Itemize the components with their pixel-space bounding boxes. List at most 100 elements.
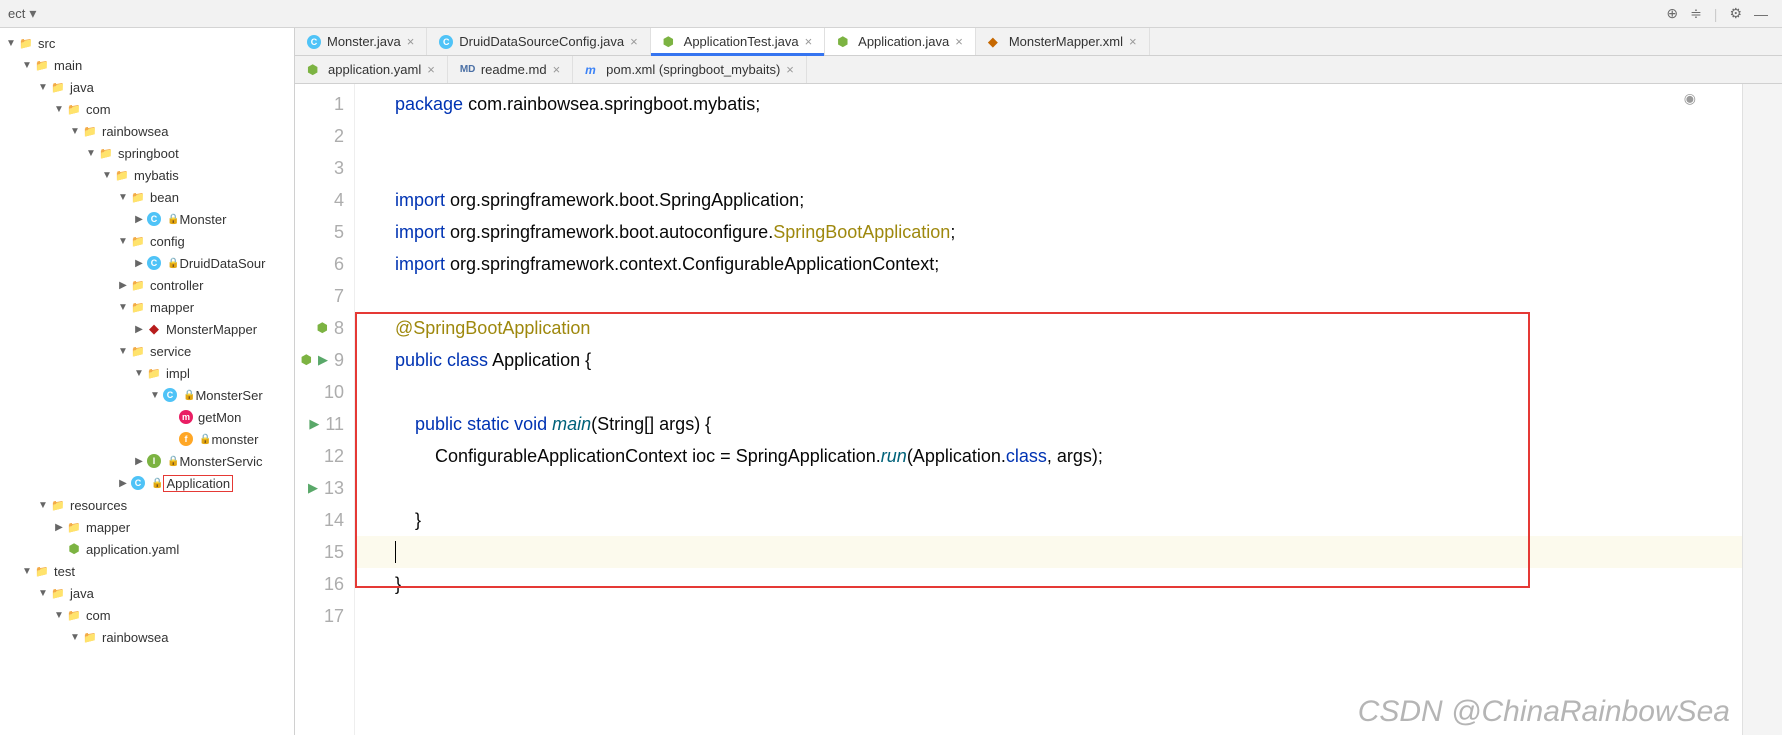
- tree-item[interactable]: ▼📁 mybatis: [0, 164, 294, 186]
- locate-icon[interactable]: ⊕: [1666, 5, 1678, 22]
- gutter-line[interactable]: 10: [295, 376, 344, 408]
- editor-area[interactable]: 1234567⬢8⬢▶910▶1112▶1314151617 ◉ package…: [295, 84, 1782, 735]
- run-icon[interactable]: ▶: [309, 416, 319, 432]
- tree-item[interactable]: ▼📁 test: [0, 560, 294, 582]
- tree-item[interactable]: ▶C🔒 DruidDataSour: [0, 252, 294, 274]
- close-icon[interactable]: ×: [786, 62, 794, 77]
- expand-arrow-icon[interactable]: ▼: [70, 126, 80, 137]
- project-tree[interactable]: ▼📁 src▼📁 main▼📁 java▼📁 com▼📁 rainbowsea▼…: [0, 28, 294, 648]
- tree-item[interactable]: m getMon: [0, 406, 294, 428]
- expand-arrow-icon[interactable]: ▼: [6, 38, 16, 49]
- expand-arrow-icon[interactable]: ▼: [118, 302, 128, 313]
- editor-tab[interactable]: ⬢ApplicationTest.java×: [651, 28, 826, 55]
- gutter-line[interactable]: 2: [295, 120, 344, 152]
- gutter-line[interactable]: 17: [295, 600, 344, 632]
- minimap-strip[interactable]: [1742, 84, 1782, 735]
- tree-item[interactable]: ▼📁 java: [0, 76, 294, 98]
- tree-item[interactable]: ▼📁 com: [0, 98, 294, 120]
- expand-arrow-icon[interactable]: ▶: [134, 214, 144, 225]
- editor-tab[interactable]: ⬢application.yaml×: [295, 56, 448, 83]
- chevron-down-icon[interactable]: ▾: [29, 5, 36, 22]
- editor-tab[interactable]: ◆MonsterMapper.xml×: [976, 28, 1150, 55]
- expand-arrow-icon[interactable]: ▶: [134, 456, 144, 467]
- gutter-line[interactable]: 15: [295, 536, 344, 568]
- gutter-line[interactable]: ▶11: [295, 408, 344, 440]
- expand-arrow-icon[interactable]: ▶: [134, 258, 144, 269]
- tree-item[interactable]: f🔒 monster: [0, 428, 294, 450]
- gutter-line[interactable]: 1: [295, 88, 344, 120]
- collapse-icon[interactable]: ≑: [1690, 5, 1702, 22]
- expand-arrow-icon[interactable]: ▼: [102, 170, 112, 181]
- tree-item[interactable]: ▼📁 com: [0, 604, 294, 626]
- expand-arrow-icon[interactable]: ▼: [38, 588, 48, 599]
- minimize-icon[interactable]: —: [1754, 6, 1768, 22]
- spring-bean-icon[interactable]: ⬢: [301, 352, 312, 368]
- expand-arrow-icon[interactable]: ▼: [134, 368, 144, 379]
- expand-arrow-icon[interactable]: ▼: [118, 346, 128, 357]
- expand-arrow-icon[interactable]: ▶: [118, 478, 128, 489]
- close-icon[interactable]: ×: [805, 34, 813, 49]
- expand-arrow-icon[interactable]: ▼: [70, 632, 80, 643]
- editor-tab[interactable]: CDruidDataSourceConfig.java×: [427, 28, 650, 55]
- code-content[interactable]: ◉ package com.rainbowsea.springboot.myba…: [355, 84, 1742, 735]
- tree-item[interactable]: ▶C🔒 Application: [0, 472, 294, 494]
- tree-item[interactable]: ▶📁 controller: [0, 274, 294, 296]
- close-icon[interactable]: ×: [630, 34, 638, 49]
- expand-arrow-icon[interactable]: ▶: [54, 522, 64, 533]
- tree-item[interactable]: ▶I🔒 MonsterServic: [0, 450, 294, 472]
- gutter-line[interactable]: 5: [295, 216, 344, 248]
- tree-item[interactable]: ▼📁 rainbowsea: [0, 626, 294, 648]
- tree-item[interactable]: ▼📁 springboot: [0, 142, 294, 164]
- tree-item[interactable]: ⬢ application.yaml: [0, 538, 294, 560]
- close-icon[interactable]: ×: [427, 62, 435, 77]
- expand-arrow-icon[interactable]: ▼: [22, 60, 32, 71]
- expand-arrow-icon[interactable]: ▼: [22, 566, 32, 577]
- expand-arrow-icon[interactable]: ▼: [38, 500, 48, 511]
- editor-tab[interactable]: mpom.xml (springboot_mybaits)×: [573, 56, 807, 83]
- expand-arrow-icon[interactable]: ▼: [54, 610, 64, 621]
- run-icon[interactable]: ▶: [318, 352, 328, 368]
- gutter-line[interactable]: 14: [295, 504, 344, 536]
- expand-arrow-icon[interactable]: ▼: [38, 82, 48, 93]
- tree-item[interactable]: ▼📁 bean: [0, 186, 294, 208]
- gutter-line[interactable]: 6: [295, 248, 344, 280]
- reader-mode-icon[interactable]: ◉: [1684, 90, 1696, 107]
- project-dropdown[interactable]: ect: [8, 6, 25, 21]
- tree-item[interactable]: ▼📁 main: [0, 54, 294, 76]
- gutter-line[interactable]: 7: [295, 280, 344, 312]
- tree-item[interactable]: ▶◆ MonsterMapper: [0, 318, 294, 340]
- gutter-line[interactable]: 16: [295, 568, 344, 600]
- editor-tab[interactable]: CMonster.java×: [295, 28, 427, 55]
- close-icon[interactable]: ×: [407, 34, 415, 49]
- gutter-line[interactable]: ⬢▶9: [295, 344, 344, 376]
- run-icon[interactable]: ▶: [308, 480, 318, 496]
- tree-item[interactable]: ▼C🔒 MonsterSer: [0, 384, 294, 406]
- tree-item[interactable]: ▼📁 config: [0, 230, 294, 252]
- tree-item[interactable]: ▼📁 service: [0, 340, 294, 362]
- expand-arrow-icon[interactable]: ▼: [150, 390, 160, 401]
- gutter-line[interactable]: 3: [295, 152, 344, 184]
- tree-item[interactable]: ▼📁 rainbowsea: [0, 120, 294, 142]
- close-icon[interactable]: ×: [1129, 34, 1137, 49]
- editor-tab[interactable]: ⬢Application.java×: [825, 28, 976, 55]
- editor-tab[interactable]: MDreadme.md×: [448, 56, 573, 83]
- tree-item[interactable]: ▶C🔒 Monster: [0, 208, 294, 230]
- tree-item[interactable]: ▼📁 mapper: [0, 296, 294, 318]
- spring-bean-icon[interactable]: ⬢: [317, 320, 328, 336]
- expand-arrow-icon[interactable]: ▼: [54, 104, 64, 115]
- gutter-line[interactable]: ▶13: [295, 472, 344, 504]
- tree-item[interactable]: ▼📁 java: [0, 582, 294, 604]
- gutter-line[interactable]: 4: [295, 184, 344, 216]
- tree-item[interactable]: ▼📁 src: [0, 32, 294, 54]
- close-icon[interactable]: ×: [955, 34, 963, 49]
- gutter-line[interactable]: 12: [295, 440, 344, 472]
- expand-arrow-icon[interactable]: ▶: [134, 324, 144, 335]
- expand-arrow-icon[interactable]: ▼: [118, 236, 128, 247]
- tree-item[interactable]: ▼📁 impl: [0, 362, 294, 384]
- expand-arrow-icon[interactable]: ▶: [118, 280, 128, 291]
- tree-item[interactable]: ▶📁 mapper: [0, 516, 294, 538]
- close-icon[interactable]: ×: [553, 62, 561, 77]
- gutter-line[interactable]: ⬢8: [295, 312, 344, 344]
- expand-arrow-icon[interactable]: ▼: [118, 192, 128, 203]
- tree-item[interactable]: ▼📁 resources: [0, 494, 294, 516]
